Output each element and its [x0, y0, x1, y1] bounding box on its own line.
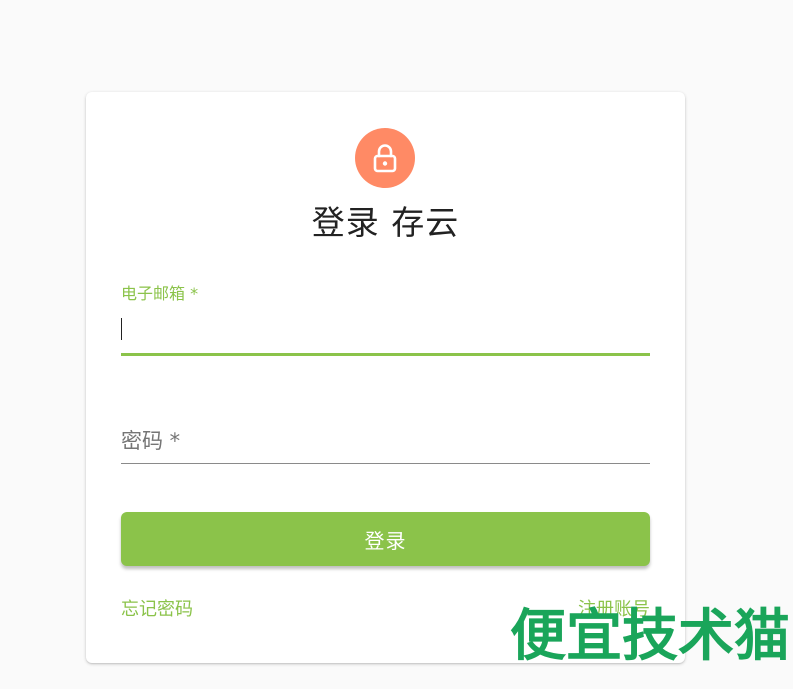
password-field[interactable]: 密码 *: [121, 422, 650, 464]
password-field-underline: [121, 463, 650, 464]
login-button[interactable]: 登录: [121, 512, 650, 566]
avatar: [355, 128, 415, 188]
email-field-underline: [121, 353, 650, 356]
forgot-password-link[interactable]: 忘记密码: [121, 598, 193, 622]
login-card: 登录 存云 电子邮箱 * 密码 * 登录 忘记密码 注册账号: [86, 92, 685, 663]
email-field-label: 电子邮箱 *: [121, 284, 199, 303]
text-caret: [121, 318, 122, 340]
page-title: 登录 存云: [311, 203, 460, 242]
login-button-label: 登录: [364, 528, 407, 553]
email-field[interactable]: 电子邮箱 *: [121, 282, 650, 356]
password-field-label: 密码 *: [121, 429, 181, 453]
watermark: 便宜技术猫: [510, 604, 790, 669]
email-input[interactable]: [121, 312, 650, 346]
lock-open-icon: [372, 143, 398, 173]
